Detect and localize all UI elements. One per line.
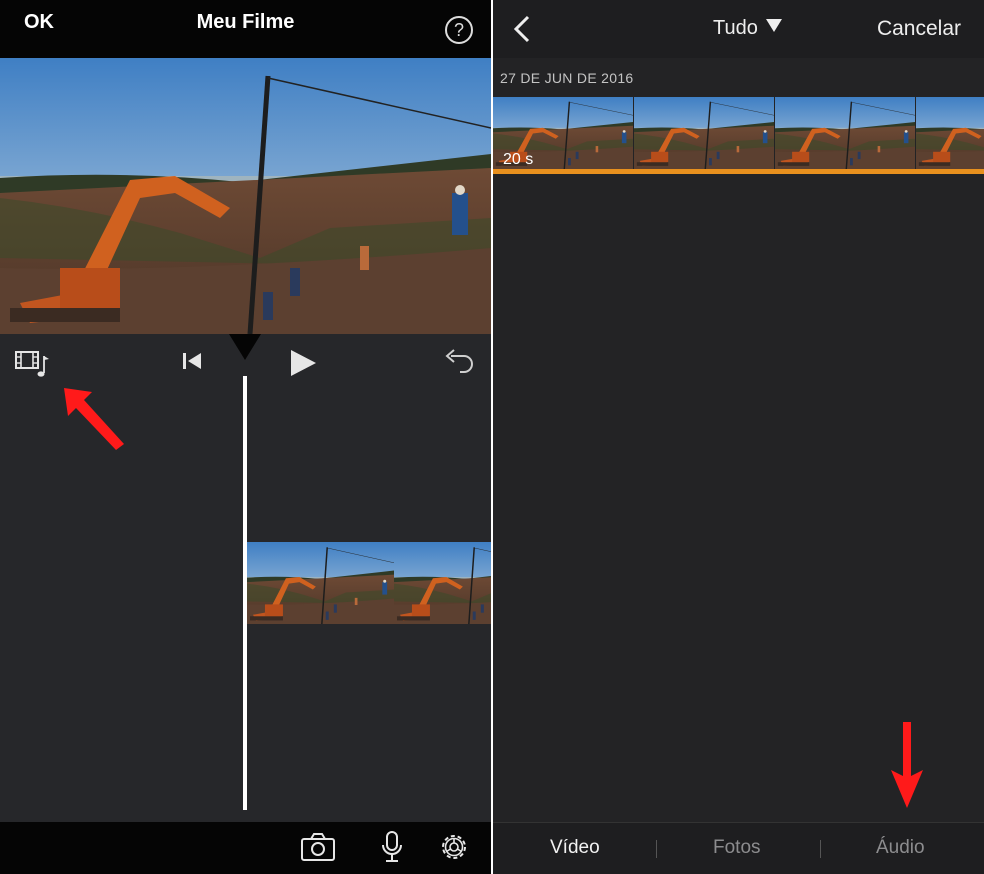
editor-bottom-bar [0, 822, 491, 874]
clip-thumbnail [775, 97, 915, 169]
chevron-left-icon[interactable] [511, 14, 533, 44]
skip-to-start-icon[interactable] [180, 350, 204, 372]
editor-header: OK Meu Filme ? [0, 0, 491, 58]
browser-header: Tudo Cancelar [493, 0, 984, 58]
annotation-arrow [891, 722, 923, 808]
filter-label: Tudo [713, 17, 758, 39]
editor-panel: OK Meu Filme ? [0, 0, 491, 874]
film-music-icon[interactable] [14, 348, 54, 378]
tab-divider [820, 840, 821, 858]
help-icon[interactable]: ? [445, 16, 473, 44]
project-title: Meu Filme [196, 11, 295, 33]
cancel-button[interactable]: Cancelar [877, 17, 961, 41]
clip-duration: 20 s [503, 151, 534, 168]
playhead-marker [229, 334, 261, 360]
media-browser-panel: Tudo Cancelar 27 DE JUN DE 2016 20 s Víd… [493, 0, 984, 874]
media-type-tabs: Vídeo Fotos Áudio [493, 822, 984, 874]
undo-icon[interactable] [442, 346, 476, 376]
playhead-line[interactable] [243, 376, 247, 810]
annotation-arrow [64, 388, 124, 450]
caret-down-icon [765, 19, 782, 32]
tab-audio[interactable]: Áudio [876, 837, 925, 859]
clip-thumbnail [634, 97, 774, 169]
play-icon[interactable] [288, 348, 318, 378]
tab-divider [656, 840, 657, 858]
clip-selection-bar [493, 169, 984, 174]
tab-video[interactable]: Vídeo [550, 837, 600, 859]
video-preview [0, 58, 491, 334]
filter-dropdown[interactable]: Tudo [713, 17, 782, 40]
microphone-icon[interactable] [381, 830, 403, 864]
timeline-clip[interactable] [247, 542, 491, 624]
camera-icon[interactable] [300, 832, 336, 862]
clip-thumbnail [394, 542, 491, 624]
tab-fotos[interactable]: Fotos [713, 837, 761, 859]
clip-thumbnail [247, 542, 394, 624]
video-clip-strip[interactable] [493, 97, 984, 169]
date-label: 27 DE JUN DE 2016 [500, 70, 634, 86]
clip-thumbnail [916, 97, 984, 169]
gear-icon[interactable] [438, 831, 470, 863]
